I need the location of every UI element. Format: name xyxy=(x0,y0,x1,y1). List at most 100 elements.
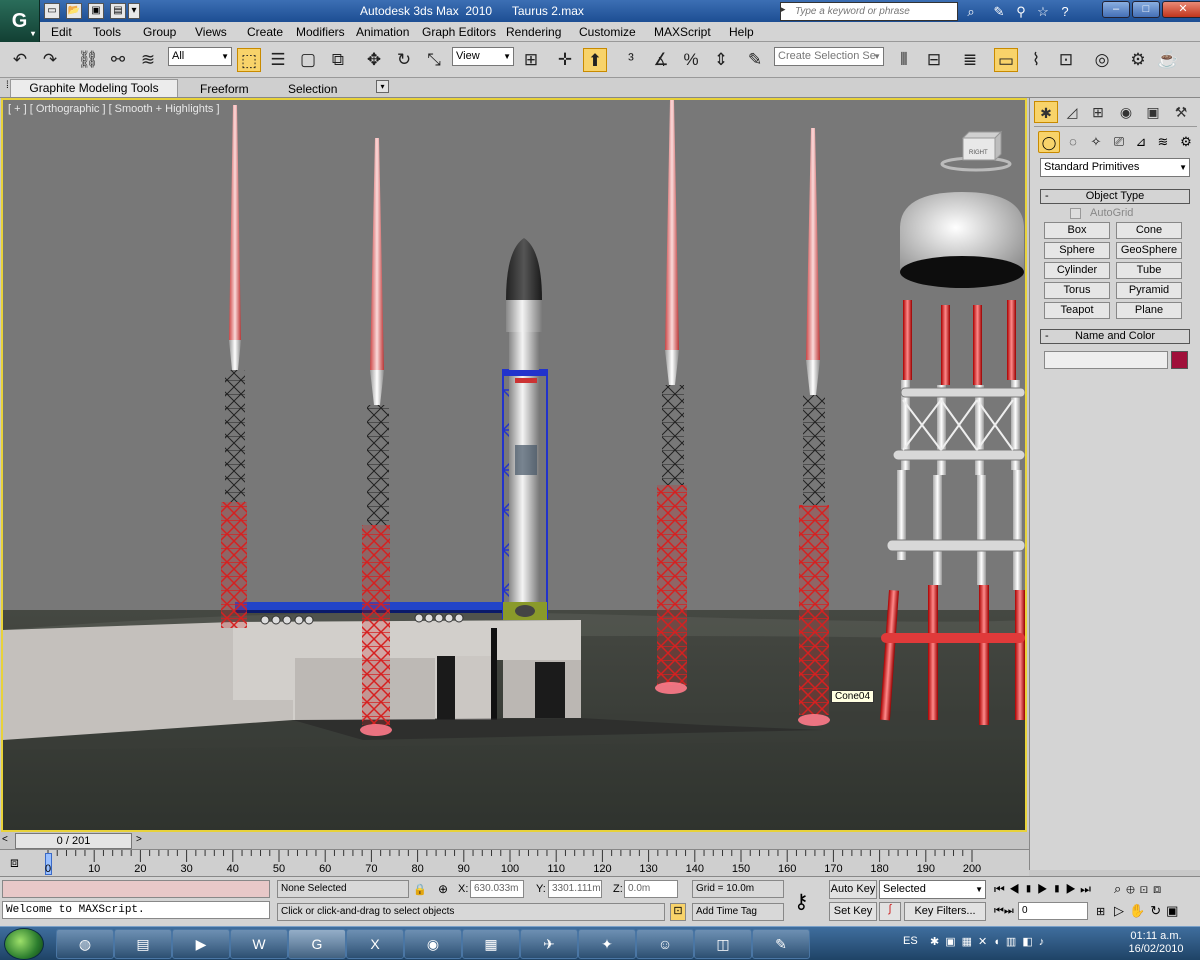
x-coordinate-input[interactable]: 630.033m xyxy=(470,880,524,898)
select-and-rotate-icon[interactable]: ↻ xyxy=(392,48,416,72)
hierarchy-tab-icon[interactable]: ⊞ xyxy=(1086,101,1110,123)
zoom-all-icon[interactable]: ⊕ xyxy=(1126,881,1139,896)
systems-icon[interactable]: ⚙ xyxy=(1175,131,1197,153)
menu-views[interactable]: Views xyxy=(195,25,227,39)
zoom-extents-all-icon[interactable]: ⧈ xyxy=(1153,881,1166,896)
window-crossing-icon[interactable]: ⧉ xyxy=(326,48,350,72)
key-filters-button[interactable]: Key Filters... xyxy=(904,902,986,921)
app10-taskbar-icon[interactable]: ✦ xyxy=(578,929,636,959)
paint-taskbar-icon[interactable]: ✎ xyxy=(752,929,810,959)
binoculars-icon[interactable]: ⌕ xyxy=(962,3,980,20)
system-clock[interactable]: 01:11 a.m. 16/02/2010 xyxy=(1116,930,1196,956)
menu-edit[interactable]: Edit xyxy=(51,25,72,39)
material-editor-icon[interactable]: ◎ xyxy=(1090,48,1114,72)
time-slider[interactable]: < 0 / 201 > xyxy=(0,832,1029,850)
favorites-star-icon[interactable]: ☆ xyxy=(1034,3,1052,20)
render-teapot-icon[interactable]: ☕ xyxy=(1156,48,1180,72)
absolute-mode-icon[interactable]: ⊕ xyxy=(438,882,448,896)
language-indicator[interactable]: ES xyxy=(903,935,918,947)
spinner-snap-icon[interactable]: ⇕ xyxy=(709,48,733,72)
maximize-viewport-icon[interactable]: ▣ xyxy=(1166,903,1183,918)
start-button[interactable] xyxy=(4,928,44,960)
lights-icon[interactable]: ✧ xyxy=(1085,131,1107,153)
graphite-ribbon-icon[interactable]: ▭ xyxy=(994,48,1018,72)
set-keys-key-icon[interactable]: ⚷ xyxy=(794,889,809,914)
cylinder-button[interactable]: Cylinder xyxy=(1044,262,1110,279)
tube-button[interactable]: Tube xyxy=(1116,262,1182,279)
bind-space-warp-icon[interactable]: ≋ xyxy=(136,48,160,72)
angle-snap-icon[interactable]: ∡ xyxy=(649,48,673,72)
shapes-icon[interactable]: ◌ xyxy=(1062,131,1084,153)
viewport-orthographic[interactable]: [ + ] [ Orthographic ] [ Smooth + Highli… xyxy=(1,98,1027,832)
default-tangent-icon[interactable]: ∫ xyxy=(879,902,901,921)
bluetooth-icon[interactable]: ✱ xyxy=(930,936,945,948)
volume-icon[interactable]: ◖ xyxy=(993,936,1006,948)
tab-graphite-modeling-tools[interactable]: Graphite Modeling Tools xyxy=(10,79,178,97)
help-icon[interactable]: ? xyxy=(1056,3,1074,20)
y-coordinate-input[interactable]: 3301.111m xyxy=(548,880,602,898)
app8-taskbar-icon[interactable]: ▦ xyxy=(462,929,520,959)
align-icon[interactable]: ⊟ xyxy=(922,48,946,72)
current-frame-input[interactable]: 0 xyxy=(1018,902,1088,920)
rectangular-selection-icon[interactable]: ▢ xyxy=(296,48,320,72)
box-button[interactable]: Box xyxy=(1044,222,1110,239)
previous-frame-icon[interactable]: ◀▮ xyxy=(1009,882,1037,896)
utilities-tab-icon[interactable]: ⚒ xyxy=(1169,101,1193,123)
mirror-icon[interactable]: ⫴ xyxy=(892,48,916,72)
search-arrow-icon[interactable]: ▸ xyxy=(781,4,786,15)
zoom-extents-icon[interactable]: ⊡ xyxy=(1140,881,1153,896)
helpers-icon[interactable]: ⊿ xyxy=(1130,131,1152,153)
teapot-button[interactable]: Teapot xyxy=(1044,302,1110,319)
tab-selection[interactable]: Selection xyxy=(288,82,337,96)
layer-manager-icon[interactable]: ≣ xyxy=(958,48,982,72)
menu-maxscript[interactable]: MAXScript xyxy=(654,25,711,39)
percent-snap-icon[interactable]: % xyxy=(679,48,703,72)
object-type-rollout[interactable]: Object Type xyxy=(1040,189,1190,204)
selection-filter-select[interactable]: All xyxy=(168,47,232,66)
edit-named-selection-icon[interactable]: ✎ xyxy=(743,48,767,72)
3dsmax-taskbar-icon[interactable]: G xyxy=(288,929,346,959)
tab-freeform[interactable]: Freeform xyxy=(200,82,249,96)
object-color-swatch[interactable] xyxy=(1171,351,1188,369)
menu-rendering[interactable]: Rendering xyxy=(506,25,561,39)
menu-tools[interactable]: Tools xyxy=(93,25,121,39)
geometry-icon[interactable]: ◯ xyxy=(1038,131,1060,153)
go-to-start-icon[interactable]: ⏮ xyxy=(994,882,1009,896)
tray-app2-icon[interactable]: ✕ xyxy=(978,936,993,948)
app-logo[interactable]: G ▾ xyxy=(0,0,40,42)
schematic-view-icon[interactable]: ⊡ xyxy=(1054,48,1078,72)
search-input[interactable]: Type a keyword or phrase xyxy=(780,2,958,21)
menu-customize[interactable]: Customize xyxy=(579,25,636,39)
selection-lock-icon[interactable]: 🔒 xyxy=(413,883,427,896)
add-time-tag-button[interactable]: Add Time Tag xyxy=(692,903,784,921)
pyramid-button[interactable]: Pyramid xyxy=(1116,282,1182,299)
object-name-input[interactable] xyxy=(1044,351,1168,369)
app12-taskbar-icon[interactable]: ◫ xyxy=(694,929,752,959)
maximize-button[interactable]: □ xyxy=(1132,1,1160,18)
select-and-link-icon[interactable]: ⛓ xyxy=(76,48,100,72)
sphere-button[interactable]: Sphere xyxy=(1044,242,1110,259)
ribbon-options-dropdown-icon[interactable]: ▾ xyxy=(376,80,389,93)
select-object-icon[interactable]: ⬚ xyxy=(237,48,261,72)
select-and-scale-icon[interactable]: ⤡ xyxy=(422,48,446,72)
app7-taskbar-icon[interactable]: ◉ xyxy=(404,929,462,959)
play-icon[interactable]: ▶ xyxy=(1037,882,1052,896)
maxscript-listener-input[interactable] xyxy=(2,880,270,898)
quick-access-dropdown-icon[interactable]: ▾ xyxy=(128,3,140,19)
snaps-toggle-icon[interactable]: ³ xyxy=(619,48,643,72)
app11-taskbar-icon[interactable]: ☺ xyxy=(636,929,694,959)
menu-graph-editors[interactable]: Graph Editors xyxy=(422,25,496,39)
tray-app3-icon[interactable]: ◧ xyxy=(1022,936,1038,948)
word-taskbar-icon[interactable]: W xyxy=(230,929,288,959)
name-and-color-rollout[interactable]: Name and Color xyxy=(1040,329,1190,344)
motion-tab-icon[interactable]: ◉ xyxy=(1114,101,1138,123)
open-file-icon[interactable]: 📂 xyxy=(66,3,82,19)
display-tab-icon[interactable]: ▣ xyxy=(1141,101,1165,123)
maxscript-output[interactable]: Welcome to MAXScript. xyxy=(2,901,270,919)
viewcube-face-label[interactable]: RIGHT xyxy=(969,150,988,156)
new-file-icon[interactable]: ▭ xyxy=(44,3,60,19)
track-bar[interactable]: ⧈ 0 10 20 30 40 50 60 70 80 90 100 110 120 130 140 150 1… xyxy=(0,850,1029,876)
excel-taskbar-icon[interactable]: X xyxy=(346,929,404,959)
menu-create[interactable]: Create xyxy=(247,25,283,39)
pan-hand-icon[interactable]: ✋ xyxy=(1129,903,1150,918)
